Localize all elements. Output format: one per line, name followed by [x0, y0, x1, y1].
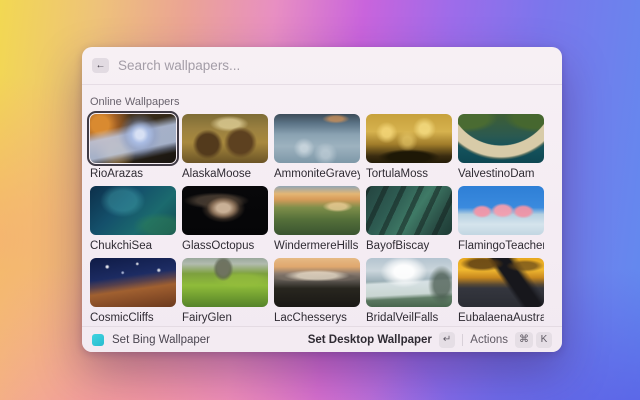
wallpaper-thumbnail[interactable] — [366, 258, 452, 307]
wallpaper-thumbnail[interactable] — [274, 114, 360, 163]
wallpaper-label: GlassOctopus — [182, 239, 268, 253]
wallpaper-thumbnail[interactable] — [366, 114, 452, 163]
wallpaper-label: ValvestinoDam — [458, 167, 544, 181]
wallpaper-thumbnail[interactable] — [182, 258, 268, 307]
wallpaper-item-chukchisea[interactable]: ChukchiSea — [90, 186, 176, 253]
wallpaper-item-glassoctopus[interactable]: GlassOctopus — [182, 186, 268, 253]
bing-wallpaper-icon — [92, 334, 104, 346]
wallpaper-item-alaskamoose[interactable]: AlaskaMoose — [182, 114, 268, 181]
wallpaper-item-windermerehills[interactable]: WindermereHills — [274, 186, 360, 253]
wallpaper-label: BayofBiscay — [366, 239, 452, 253]
set-desktop-wallpaper-button[interactable]: Set Desktop Wallpaper — [308, 334, 432, 346]
wallpaper-search-window: ← Online Wallpapers RioArazas AlaskaMoos… — [82, 47, 562, 352]
wallpaper-label: FlamingoTeacher — [458, 239, 544, 253]
section-title: Online Wallpapers — [90, 96, 554, 108]
wallpaper-thumbnail[interactable] — [458, 114, 544, 163]
wallpaper-label: AlaskaMoose — [182, 167, 268, 181]
wallpaper-item-flamingoteacher[interactable]: FlamingoTeacher — [458, 186, 544, 253]
wallpaper-item-ammonitegraveyard[interactable]: AmmoniteGraveyard — [274, 114, 360, 181]
wallpaper-thumbnail[interactable] — [458, 258, 544, 307]
back-arrow-icon: ← — [96, 60, 106, 71]
wallpaper-thumbnail[interactable] — [274, 186, 360, 235]
wallpaper-label: FairyGlen — [182, 311, 268, 325]
wallpaper-item-cosmiccliffs[interactable]: CosmicCliffs — [90, 258, 176, 325]
wallpaper-label: ChukchiSea — [90, 239, 176, 253]
wallpaper-thumbnail[interactable] — [274, 258, 360, 307]
k-key-icon: K — [536, 332, 552, 348]
command-key-icon: ⌘ — [515, 332, 533, 348]
back-button[interactable]: ← — [92, 58, 109, 73]
wallpaper-item-bayofbiscay[interactable]: BayofBiscay — [366, 186, 452, 253]
wallpaper-thumbnail[interactable] — [90, 114, 176, 163]
wallpaper-label: RioArazas — [90, 167, 176, 181]
results-area: Online Wallpapers RioArazas AlaskaMoose … — [82, 96, 562, 325]
wallpaper-item-rioarazas[interactable]: RioArazas — [90, 114, 176, 181]
wallpaper-item-fairyglen[interactable]: FairyGlen — [182, 258, 268, 325]
actions-shortcut: ⌘ K — [515, 332, 552, 348]
wallpaper-thumbnail[interactable] — [458, 186, 544, 235]
wallpaper-label: EubalaenaAustralis — [458, 311, 544, 325]
wallpaper-item-bridalveilfalls[interactable]: BridalVeilFalls — [366, 258, 452, 325]
wallpaper-item-tortulamoss[interactable]: TortulaMoss — [366, 114, 452, 181]
wallpaper-label: WindermereHills — [274, 239, 360, 253]
wallpaper-item-eubalaena[interactable]: EubalaenaAustralis — [458, 258, 544, 325]
wallpaper-label: TortulaMoss — [366, 167, 452, 181]
wallpaper-thumbnail[interactable] — [182, 114, 268, 163]
wallpaper-item-valvestinodam[interactable]: ValvestinoDam — [458, 114, 544, 181]
wallpaper-thumbnail[interactable] — [182, 186, 268, 235]
wallpaper-thumbnail[interactable] — [366, 186, 452, 235]
wallpaper-thumbnail[interactable] — [90, 258, 176, 307]
footer-divider — [462, 334, 463, 346]
wallpaper-label: CosmicCliffs — [90, 311, 176, 325]
wallpaper-thumbnail[interactable] — [90, 186, 176, 235]
action-bar: Set Bing Wallpaper Set Desktop Wallpaper… — [82, 326, 562, 352]
return-key-icon: ↵ — [439, 332, 455, 348]
wallpaper-item-lacchesserys[interactable]: LacChesserys — [274, 258, 360, 325]
extension-title: Set Bing Wallpaper — [112, 334, 210, 346]
wallpaper-grid: RioArazas AlaskaMoose AmmoniteGraveyard … — [90, 114, 554, 325]
wallpaper-label: AmmoniteGraveyard — [274, 167, 360, 181]
wallpaper-label: LacChesserys — [274, 311, 360, 325]
wallpaper-label: BridalVeilFalls — [366, 311, 452, 325]
search-input[interactable] — [118, 58, 552, 73]
actions-menu-button[interactable]: Actions — [470, 334, 508, 346]
footer-actions: Set Desktop Wallpaper ↵ Actions ⌘ K — [308, 332, 552, 348]
search-bar: ← — [82, 47, 562, 85]
